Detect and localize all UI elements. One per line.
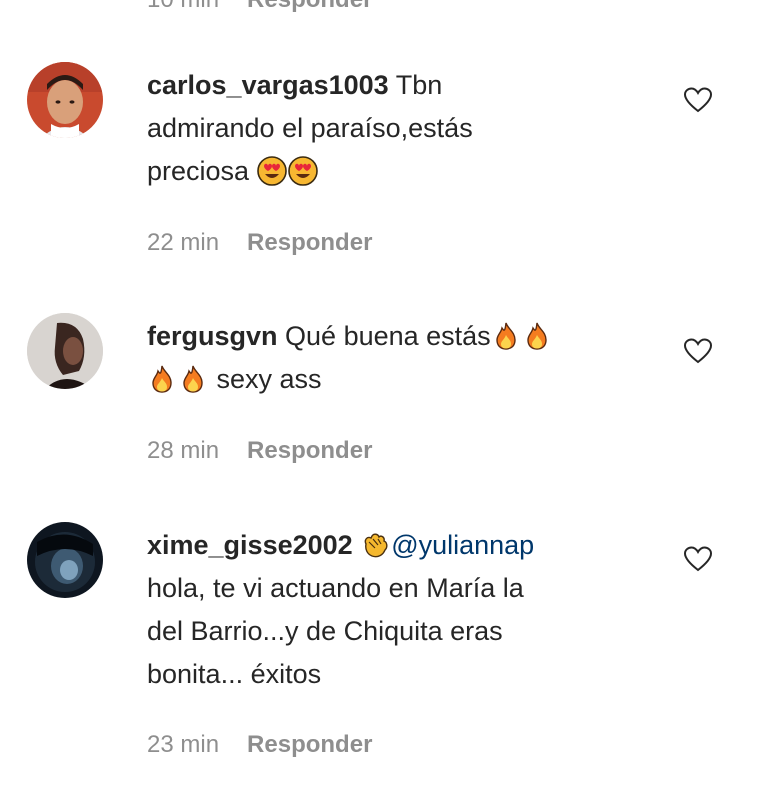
comment-text: xime_gisse2002 @yuliannap hola, te vi ac… (147, 524, 647, 696)
heart-eyes-emoji (256, 156, 287, 186)
comment-meta: 23 min Responder (147, 731, 372, 759)
avatar[interactable] (27, 62, 103, 138)
comment-time: 22 min (147, 229, 220, 256)
fire-emoji (522, 321, 552, 351)
avatar[interactable] (27, 313, 103, 389)
comment-time: 28 min (147, 437, 220, 464)
mention-link[interactable]: @yuliannap (391, 530, 534, 560)
comment-username[interactable]: fergusgvn (147, 321, 278, 351)
fire-emoji (491, 321, 521, 351)
comment-text: fergusgvn Qué buena estás sexy ass (147, 315, 647, 401)
like-heart-icon[interactable] (683, 86, 713, 114)
avatar-image (27, 522, 103, 598)
comment-text-line: del Barrio...y de Chiquita eras (147, 616, 503, 646)
reply-button[interactable]: Responder (247, 731, 372, 758)
avatar-image (27, 313, 103, 389)
avatar[interactable] (27, 522, 103, 598)
heart-eyes-emoji (287, 156, 318, 186)
reply-button[interactable]: Responder (247, 229, 372, 256)
previous-comment-meta: 10 min Responder (147, 0, 372, 14)
comment-text-line: Tbn (388, 70, 443, 100)
comment-username[interactable]: xime_gisse2002 (147, 530, 353, 560)
comment-text-line: admirando el paraíso,estás (147, 113, 473, 143)
like-heart-icon[interactable] (683, 545, 713, 573)
fire-emoji (178, 364, 208, 394)
comment-text-line: sexy ass (209, 364, 322, 394)
comment-text-line: Qué buena estás (277, 321, 491, 351)
comment-meta: 22 min Responder (147, 229, 372, 257)
reply-button[interactable]: Responder (247, 0, 372, 13)
comment-time: 23 min (147, 731, 220, 758)
clapping-hand-emoji (360, 530, 390, 560)
comment-time: 10 min (147, 0, 219, 13)
comment-text-line: bonita... éxitos (147, 659, 322, 689)
comment-text-line: preciosa (147, 156, 257, 186)
avatar-image (27, 62, 103, 138)
fire-emoji (147, 364, 177, 394)
comment-text: carlos_vargas1003 Tbn admirando el paraí… (147, 64, 647, 193)
comment-username[interactable]: carlos_vargas1003 (147, 70, 389, 100)
reply-button[interactable]: Responder (247, 437, 372, 464)
comment-text-line: hola, te vi actuando en María la (147, 573, 524, 603)
like-heart-icon[interactable] (683, 337, 713, 365)
comment-meta: 28 min Responder (147, 437, 372, 465)
